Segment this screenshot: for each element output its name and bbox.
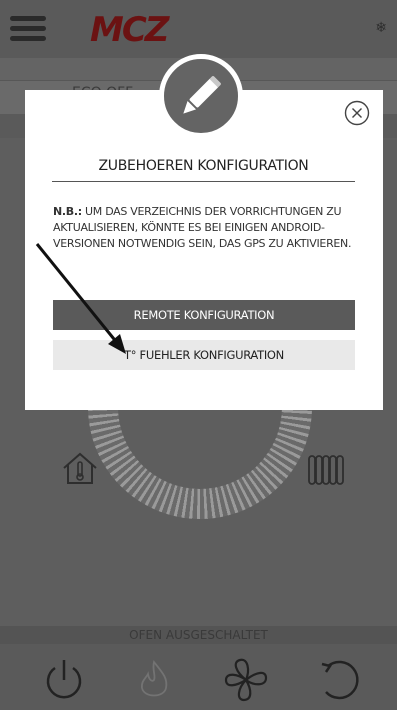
fan-icon[interactable] bbox=[222, 656, 270, 704]
note-prefix: N.B.: bbox=[53, 205, 82, 218]
radiator-icon[interactable] bbox=[306, 452, 346, 488]
hamburger-icon[interactable] bbox=[10, 16, 46, 42]
title-divider bbox=[52, 181, 355, 182]
power-icon[interactable] bbox=[40, 656, 88, 704]
mcz-logo: MCZ bbox=[90, 10, 169, 50]
probe-config-button[interactable]: T° FUEHLER KONFIGURATION bbox=[53, 340, 355, 370]
snowflake-icon: ❄ bbox=[375, 20, 387, 36]
gps-note: N.B.: UM DAS VERZEICHNIS DER VORRICHTUNG… bbox=[53, 204, 353, 252]
top-bar: MCZ ❄ bbox=[0, 0, 397, 58]
pencil-icon bbox=[183, 75, 222, 114]
note-text: UM DAS VERZEICHNIS DER VORRICHTUNGEN ZU … bbox=[53, 205, 352, 250]
reset-icon[interactable] bbox=[314, 656, 362, 704]
close-icon[interactable] bbox=[344, 100, 370, 126]
flame-icon[interactable] bbox=[134, 656, 174, 704]
pencil-badge bbox=[159, 54, 243, 138]
dialog-title: ZUBEHOEREN KONFIGURATION bbox=[98, 158, 309, 174]
bottom-bar bbox=[0, 644, 397, 710]
remote-config-button[interactable]: REMOTE KONFIGURATION bbox=[53, 300, 355, 330]
stove-status: OFEN AUSGESCHALTET bbox=[0, 626, 397, 644]
house-thermometer-icon[interactable] bbox=[60, 450, 100, 486]
